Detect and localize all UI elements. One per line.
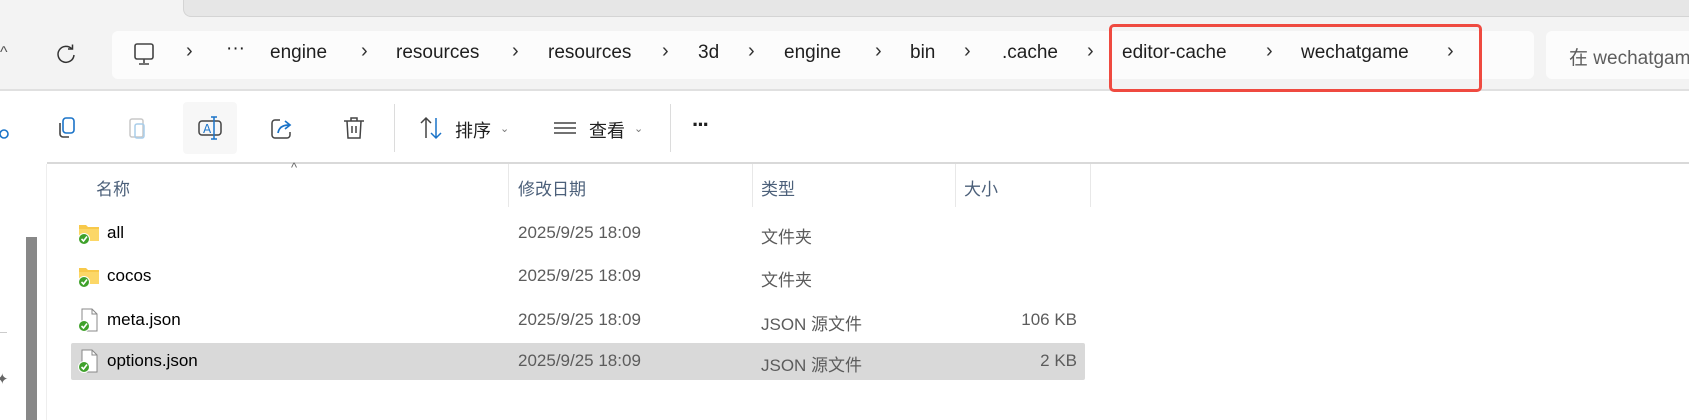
- file-name[interactable]: all: [107, 223, 124, 243]
- file-row[interactable]: cocos 2025/9/25 18:09 文件夹: [71, 258, 1085, 295]
- column-header-type[interactable]: 类型: [761, 175, 795, 200]
- folder-synced-icon: [78, 225, 99, 245]
- breadcrumb-separator[interactable]: ›: [1087, 40, 1094, 63]
- toolbar-divider: [670, 104, 671, 152]
- file-type: JSON 源文件: [761, 356, 863, 375]
- column-divider[interactable]: [508, 164, 509, 207]
- breadcrumb-item[interactable]: 3d: [698, 42, 719, 64]
- nav-scrollbar[interactable]: [26, 237, 37, 420]
- column-divider[interactable]: [955, 164, 956, 207]
- breadcrumb-item[interactable]: bin: [910, 42, 935, 64]
- column-header-size[interactable]: 大小: [964, 175, 998, 200]
- copy-icon[interactable]: [53, 114, 81, 142]
- file-name[interactable]: options.json: [107, 351, 198, 371]
- tab-strip[interactable]: [183, 0, 1689, 17]
- sort-button[interactable]: 排序: [455, 117, 491, 143]
- breadcrumb-separator[interactable]: ›: [875, 40, 882, 63]
- file-row[interactable]: meta.json 2025/9/25 18:09 JSON 源文件 106 KB: [71, 302, 1085, 339]
- file-size: 106 KB: [1021, 310, 1077, 329]
- up-icon[interactable]: ^: [0, 44, 8, 62]
- breadcrumb-item[interactable]: .cache: [1002, 42, 1058, 64]
- breadcrumb-separator[interactable]: ›: [662, 40, 669, 63]
- file-synced-icon: [78, 308, 98, 332]
- column-header-date[interactable]: 修改日期: [518, 175, 586, 200]
- file-synced-icon: [78, 349, 98, 373]
- rename-icon[interactable]: A: [196, 114, 224, 142]
- sort-ascending-icon: ^: [291, 160, 298, 175]
- delete-icon[interactable]: [340, 114, 368, 142]
- pin-icon[interactable]: ✦: [0, 370, 9, 388]
- search-input[interactable]: 在 wechatgame: [1546, 31, 1689, 79]
- breadcrumb-item[interactable]: resources: [396, 42, 479, 64]
- toolbar-divider: [394, 104, 395, 152]
- file-date: 2025/9/25 18:09: [518, 351, 641, 370]
- file-type: 文件夹: [761, 271, 812, 290]
- breadcrumb-separator[interactable]: ›: [512, 40, 519, 63]
- file-name[interactable]: meta.json: [107, 310, 181, 330]
- breadcrumb-item[interactable]: engine: [270, 42, 327, 64]
- breadcrumb-separator[interactable]: ›: [748, 40, 755, 63]
- breadcrumb-separator[interactable]: ›: [186, 40, 193, 63]
- file-name[interactable]: cocos: [107, 266, 151, 286]
- file-size: 2 KB: [1040, 351, 1077, 370]
- breadcrumb-overflow[interactable]: ···: [226, 38, 245, 60]
- refresh-icon[interactable]: [55, 43, 77, 65]
- breadcrumb-separator[interactable]: ›: [361, 40, 368, 63]
- paste-icon[interactable]: [124, 114, 152, 142]
- view-icon[interactable]: [551, 114, 579, 142]
- pane-divider[interactable]: [46, 164, 47, 420]
- more-options-button[interactable]: ···: [692, 112, 710, 138]
- file-row[interactable]: options.json 2025/9/25 18:09 JSON 源文件 2 KB: [71, 343, 1085, 380]
- file-type: 文件夹: [761, 228, 812, 247]
- sort-chevron-icon[interactable]: ⌄: [500, 122, 509, 135]
- breadcrumb-item[interactable]: resources: [548, 42, 631, 64]
- file-date: 2025/9/25 18:09: [518, 223, 641, 242]
- view-chevron-icon[interactable]: ⌄: [634, 122, 643, 135]
- this-pc-icon[interactable]: [133, 43, 155, 67]
- file-row[interactable]: all 2025/9/25 18:09 文件夹: [71, 215, 1085, 252]
- sort-icon[interactable]: [417, 114, 445, 142]
- breadcrumb-item[interactable]: engine: [784, 42, 841, 64]
- view-button[interactable]: 查看: [589, 117, 625, 143]
- column-divider[interactable]: [752, 164, 753, 207]
- file-date: 2025/9/25 18:09: [518, 310, 641, 329]
- share-icon[interactable]: [268, 114, 296, 142]
- column-header-name[interactable]: 名称: [96, 175, 130, 200]
- breadcrumb-separator[interactable]: ›: [964, 40, 971, 63]
- file-date: 2025/9/25 18:09: [518, 266, 641, 285]
- cut-icon[interactable]: [0, 114, 12, 142]
- file-type: JSON 源文件: [761, 315, 863, 334]
- svg-text:A: A: [203, 122, 212, 136]
- highlight-annotation: [1109, 24, 1482, 92]
- folder-synced-icon: [78, 268, 99, 288]
- nav-divider: [0, 332, 7, 333]
- column-divider[interactable]: [1090, 164, 1091, 207]
